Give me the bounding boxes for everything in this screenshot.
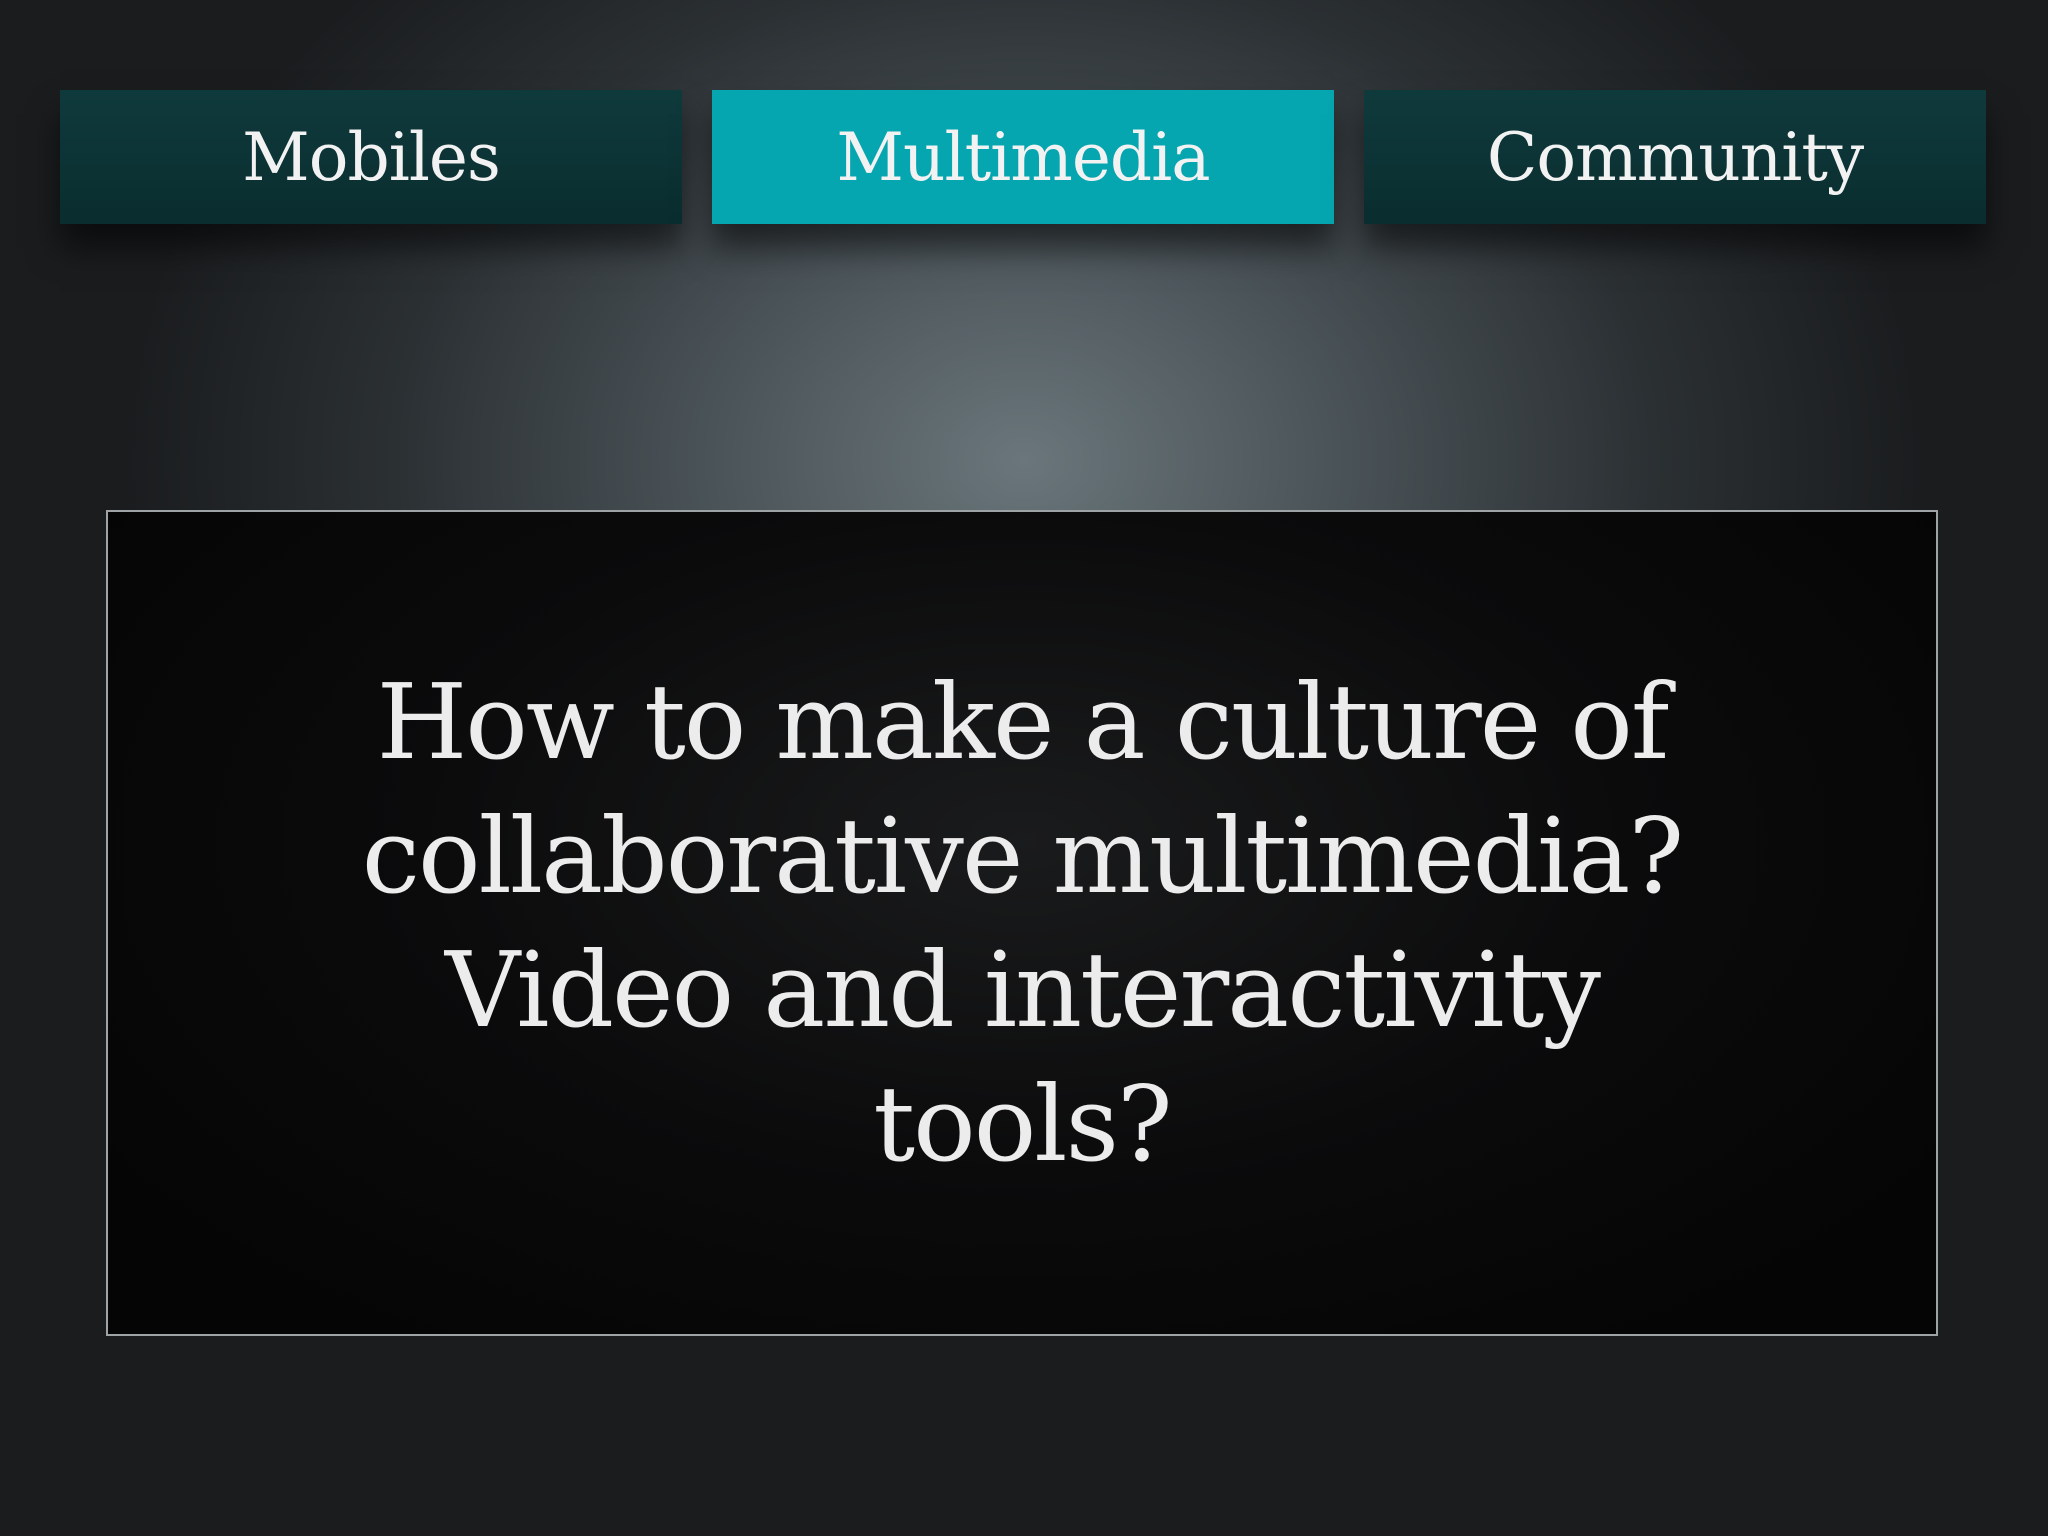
tab-community-label: Community (1486, 118, 1864, 196)
tab-mobiles[interactable]: Mobiles (60, 90, 682, 224)
tab-mobiles-label: Mobiles (242, 118, 501, 196)
question-line-2: collaborative multimedia? (361, 795, 1684, 917)
question-line-1: How to make a culture of (376, 661, 1670, 783)
slide: Mobiles Multimedia Community How to make… (0, 0, 2048, 1536)
tab-bar: Mobiles Multimedia Community (60, 90, 1986, 224)
question-line-4: tools? (873, 1063, 1172, 1185)
tab-community[interactable]: Community (1364, 90, 1986, 224)
tab-multimedia-label: Multimedia (836, 118, 1210, 196)
question-line-3: Video and interactivity (444, 929, 1601, 1051)
question-text: How to make a culture of collaborative m… (222, 655, 1822, 1191)
question-box: How to make a culture of collaborative m… (106, 510, 1938, 1336)
tab-multimedia[interactable]: Multimedia (712, 90, 1334, 224)
